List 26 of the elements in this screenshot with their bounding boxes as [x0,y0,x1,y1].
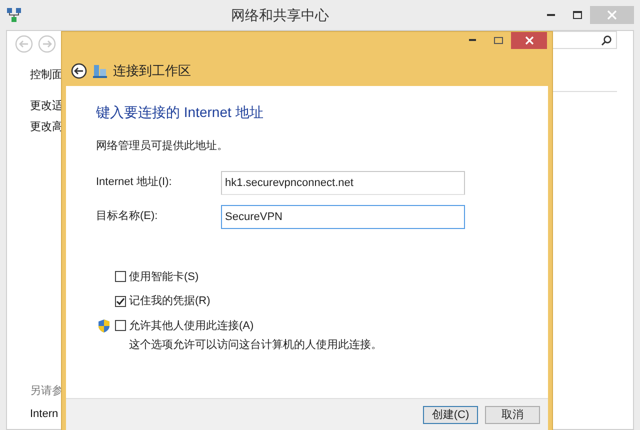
window-title: 网络和共享中心 [231,6,329,22]
dialog-button[interactable]: 取消 [485,406,540,424]
checkbox-label[interactable]: 允许其他人使用此连接(A) [129,318,254,334]
network-icon [6,7,22,23]
dialog-heading: 键入要连接的 Internet 地址 [96,103,264,122]
search-icon [601,34,612,46]
checkbox-label[interactable]: 使用智能卡(S) [129,268,199,285]
close-button[interactable] [511,32,547,49]
close-icon [524,36,534,45]
checkbox[interactable] [115,296,126,307]
field-label: 目标名称(E): [96,209,159,224]
see-also-heading: 另请参 [30,384,63,399]
back-icon[interactable] [71,63,87,79]
close-icon [607,10,617,20]
option-description: 这个选项允许可以访问这台计算机的人使用此连接。 [129,338,383,353]
dialog-button[interactable]: 创建(C) [423,406,478,424]
text-field[interactable]: hk1.securevpnconnect.net [221,170,465,194]
checkbox-label[interactable]: 记住我的凭据(R) [129,293,210,310]
hint-text: 网络管理员可提供此地址。 [96,139,229,154]
checkbox[interactable] [115,320,126,332]
see-also-link[interactable]: Intern [30,406,63,422]
checkbox[interactable] [115,271,126,282]
field-label: Internet 地址(I): [96,175,173,190]
workplace-icon [93,64,107,78]
text-field[interactable]: SecureVPN [221,204,465,228]
dialog-title: 连接到工作区 [113,62,191,80]
